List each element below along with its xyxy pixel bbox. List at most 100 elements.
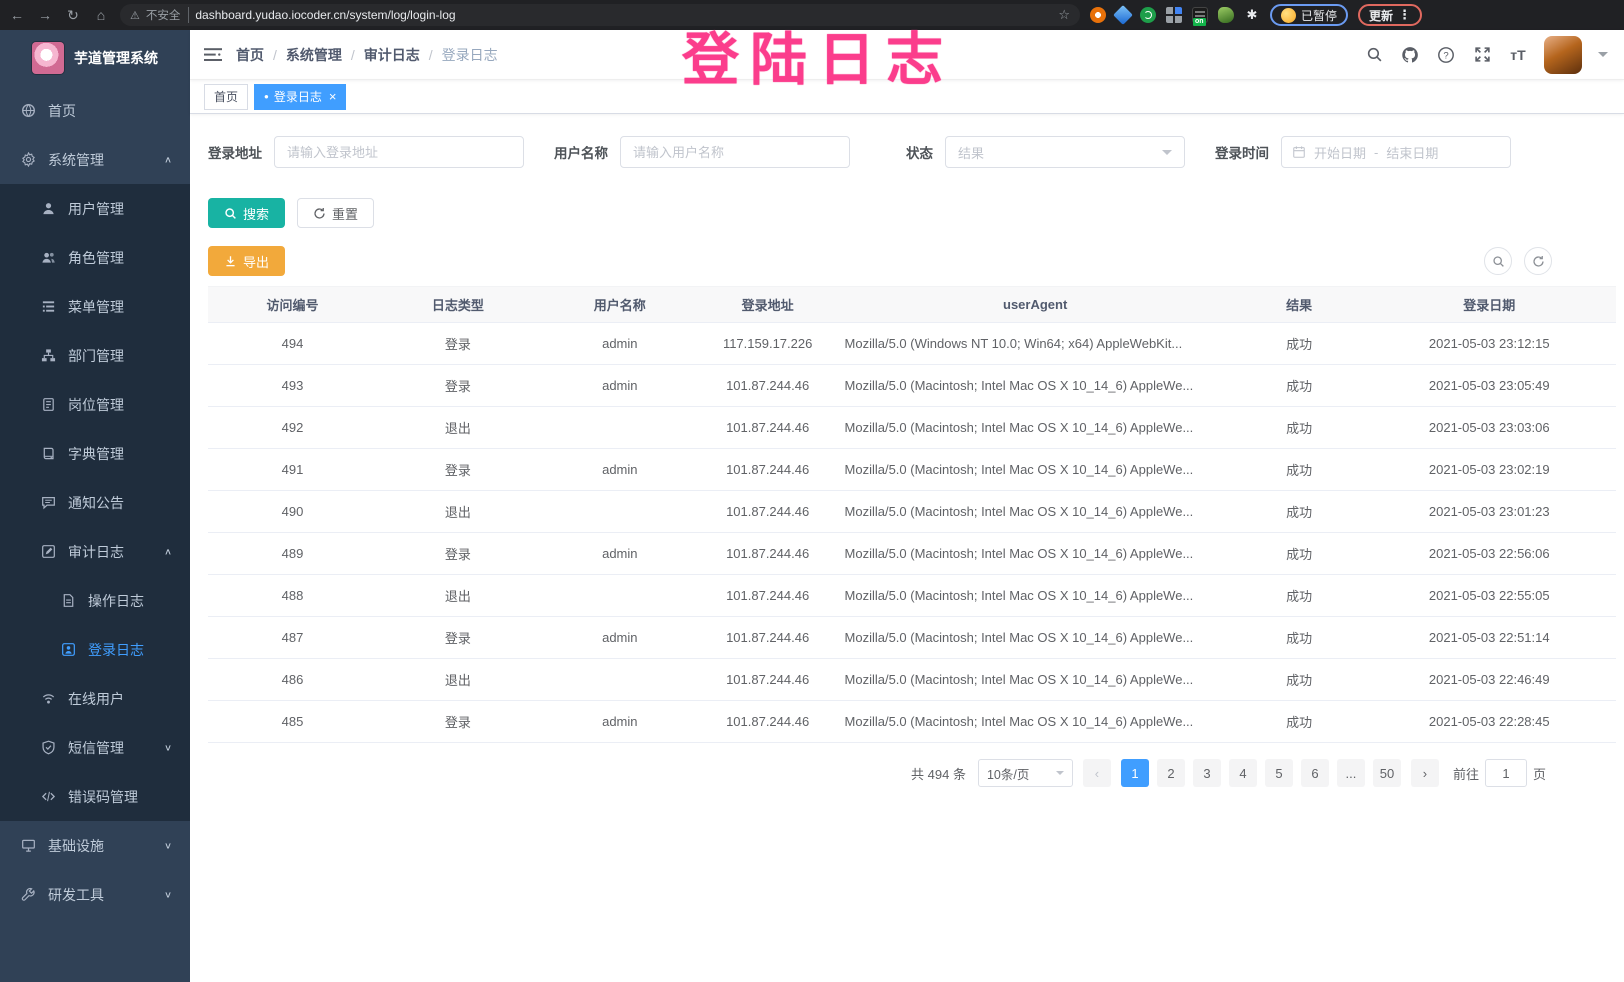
next-page-button[interactable]: ›	[1411, 759, 1439, 787]
url-text[interactable]: dashboard.yudao.iocoder.cn/system/log/lo…	[195, 8, 455, 22]
sidebar-item[interactable]: 首页	[0, 86, 190, 135]
login-log-table: 访问编号日志类型用户名称登录地址userAgent结果登录日期 494 登录 a…	[208, 286, 1616, 743]
total-count: 共 494 条	[911, 764, 966, 783]
tags-bar: 首页 ● 登录日志 ×	[190, 80, 1624, 114]
breadcrumb-item[interactable]: 登录日志	[420, 45, 498, 65]
refresh-button[interactable]	[1524, 247, 1552, 275]
cell-user-agent: Mozilla/5.0 (Macintosh; Intel Mac OS X 1…	[835, 449, 1236, 491]
sidebar-item[interactable]: 系统管理 ∧	[0, 135, 190, 184]
username-input[interactable]	[620, 136, 850, 168]
toggle-search-button[interactable]	[1484, 247, 1512, 275]
page-button[interactable]: ...	[1337, 759, 1365, 787]
page-button[interactable]: 50	[1373, 759, 1401, 787]
sidebar-item[interactable]: 字典管理	[0, 429, 190, 478]
search-button[interactable]: 搜索	[208, 198, 285, 228]
browser-reload-icon[interactable]: ↻	[64, 7, 82, 24]
cell-result: 成功	[1236, 407, 1363, 449]
tab[interactable]: 首页	[204, 84, 248, 110]
status-select[interactable]: 结果	[945, 136, 1185, 168]
date-range-picker[interactable]: 开始日期 - 结束日期	[1281, 136, 1511, 168]
browser-back-icon[interactable]: ←	[8, 7, 26, 23]
cell-username	[539, 575, 701, 617]
infra-icon	[20, 838, 36, 854]
cell-login-address: 117.159.17.226	[701, 323, 835, 365]
user-avatar[interactable]	[1544, 36, 1582, 74]
paused-badge[interactable]: 已暂停	[1270, 4, 1348, 26]
date-end-placeholder[interactable]: 结束日期	[1386, 143, 1438, 162]
extension-refresh-icon[interactable]	[1140, 7, 1156, 23]
cell-visit-id: 486	[208, 659, 377, 701]
cell-login-address: 101.87.244.46	[701, 365, 835, 407]
date-start-placeholder[interactable]: 开始日期	[1314, 143, 1366, 162]
page-button[interactable]: 4	[1229, 759, 1257, 787]
sidebar-item[interactable]: 在线用户	[0, 674, 190, 723]
cell-visit-id: 487	[208, 617, 377, 659]
sidebar-item[interactable]: 操作日志	[0, 576, 190, 625]
goto-page-input[interactable]	[1485, 759, 1527, 787]
cell-username: admin	[539, 365, 701, 407]
cell-user-agent: Mozilla/5.0 (Windows NT 10.0; Win64; x64…	[835, 323, 1236, 365]
update-button[interactable]: 更新 ⋮	[1358, 4, 1422, 26]
sidebar-item[interactable]: 通知公告	[0, 478, 190, 527]
kebab-menu-icon[interactable]: ⋮	[1398, 7, 1411, 23]
page-button[interactable]: 1	[1121, 759, 1149, 787]
cell-result: 成功	[1236, 659, 1363, 701]
prev-page-button[interactable]: ‹	[1083, 759, 1111, 787]
extension-grid-icon[interactable]	[1166, 7, 1182, 23]
sidebar-item[interactable]: 短信管理 ∨	[0, 723, 190, 772]
extension-orange-icon[interactable]	[1090, 7, 1106, 23]
sidebar-item[interactable]: 岗位管理	[0, 380, 190, 429]
close-icon[interactable]: ×	[329, 89, 337, 104]
sidebar-item[interactable]: 错误码管理	[0, 772, 190, 821]
sidebar-item[interactable]: 审计日志 ∧	[0, 527, 190, 576]
page-size-select[interactable]: 10条/页	[978, 759, 1073, 787]
sidebar-item[interactable]: 用户管理	[0, 184, 190, 233]
cell-visit-id: 492	[208, 407, 377, 449]
login-address-input[interactable]	[274, 136, 524, 168]
breadcrumb-item[interactable]: 审计日志	[342, 45, 420, 65]
tab[interactable]: ● 登录日志 ×	[254, 84, 346, 110]
sidebar-item[interactable]: 研发工具 ∨	[0, 870, 190, 919]
sidebar-item[interactable]: 菜单管理	[0, 282, 190, 331]
caret-down-icon[interactable]	[1598, 52, 1608, 62]
cell-login-date: 2021-05-03 23:02:19	[1363, 449, 1616, 491]
breadcrumb-item[interactable]: 系统管理	[264, 45, 342, 65]
cell-user-agent: Mozilla/5.0 (Macintosh; Intel Mac OS X 1…	[835, 617, 1236, 659]
font-size-icon[interactable]: ᴛT	[1508, 45, 1528, 65]
browser-forward-icon[interactable]: →	[36, 7, 54, 23]
table-row: 492 退出 101.87.244.46 Mozilla/5.0 (Macint…	[208, 407, 1616, 449]
help-icon[interactable]: ?	[1436, 45, 1456, 65]
app-title: 芋道管理系统	[74, 48, 158, 68]
reset-button[interactable]: 重置	[297, 198, 374, 228]
page-button[interactable]: 6	[1301, 759, 1329, 787]
security-label[interactable]: 不安全	[146, 7, 190, 23]
cell-result: 成功	[1236, 365, 1363, 407]
sidebar-item[interactable]: 登录日志	[0, 625, 190, 674]
svg-text:?: ?	[1443, 50, 1448, 61]
extension-plant-icon[interactable]	[1218, 7, 1234, 23]
page-button[interactable]: 5	[1265, 759, 1293, 787]
cell-login-date: 2021-05-03 22:56:06	[1363, 533, 1616, 575]
table-row: 485 登录 admin 101.87.244.46 Mozilla/5.0 (…	[208, 701, 1616, 743]
sidebar-item[interactable]: 角色管理	[0, 233, 190, 282]
extension-gem-icon[interactable]	[1113, 5, 1133, 25]
extension-puzzle-icon[interactable]: ✱	[1244, 7, 1260, 23]
breadcrumb-item[interactable]: 首页	[236, 45, 264, 65]
fullscreen-icon[interactable]	[1472, 45, 1492, 65]
export-button[interactable]: 导出	[208, 246, 285, 276]
hamburger-icon[interactable]	[204, 47, 222, 62]
bookmark-star-icon[interactable]: ☆	[1058, 7, 1070, 23]
extension-tampermonkey-icon[interactable]: on	[1192, 7, 1208, 23]
search-icon[interactable]	[1364, 45, 1384, 65]
page-button[interactable]: 2	[1157, 759, 1185, 787]
github-icon[interactable]	[1400, 45, 1420, 65]
cell-login-date: 2021-05-03 22:51:14	[1363, 617, 1616, 659]
address-bar[interactable]: ⚠ 不安全 dashboard.yudao.iocoder.cn/system/…	[120, 4, 1080, 26]
tool-icon	[20, 887, 36, 903]
screenshot-root: ← → ↻ ⌂ ⚠ 不安全 dashboard.yudao.iocoder.cn…	[0, 0, 1624, 982]
menu-list-icon	[40, 299, 56, 315]
page-button[interactable]: 3	[1193, 759, 1221, 787]
sidebar-item[interactable]: 部门管理	[0, 331, 190, 380]
browser-home-icon[interactable]: ⌂	[92, 7, 110, 23]
sidebar-item[interactable]: 基础设施 ∨	[0, 821, 190, 870]
